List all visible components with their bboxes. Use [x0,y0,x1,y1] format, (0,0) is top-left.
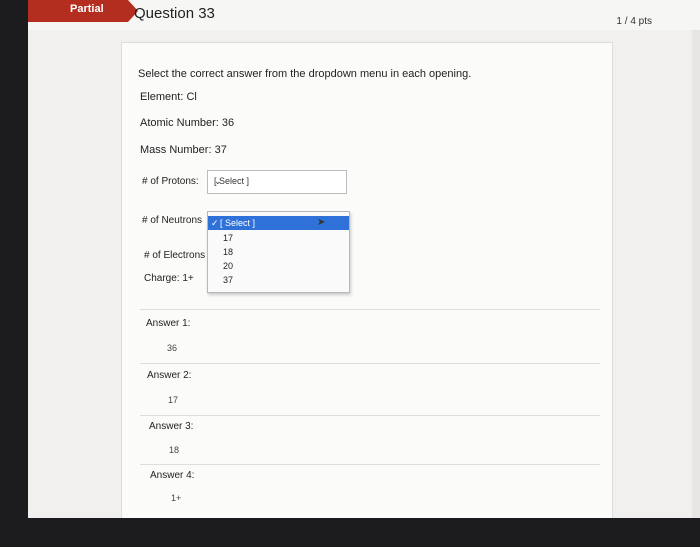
protons-select[interactable]: [ Select ] ⌄ [207,170,347,194]
electrons-label: # of Electrons [144,250,206,261]
divider [140,363,600,364]
element-label: Element: Cl [140,91,197,103]
neutrons-label: # of Neutrons [142,215,203,226]
divider [140,309,600,310]
dropdown-option[interactable]: 17 [223,233,233,243]
protons-label: # of Protons: [142,176,199,187]
points-label: 1 / 4 pts [616,16,652,27]
dropdown-option[interactable]: 18 [223,247,233,257]
dropdown-option[interactable]: 20 [223,261,233,271]
answer-value: 17 [168,395,179,405]
answer-value: 1+ [171,493,182,503]
divider [140,464,600,465]
charge-label: Charge: 1+ [144,273,194,284]
right-edge [692,30,700,518]
question-title: Question 33 [134,5,215,22]
dropdown-option-selected[interactable]: ✓ [ Select ] [208,216,349,230]
question-header: Partial Question 33 1 / 4 pts [28,0,700,30]
screen: Partial Question 33 1 / 4 pts Select the… [28,0,700,518]
atomic-number-label: Atomic Number: 36 [140,117,235,129]
status-badge: Partial [28,0,128,22]
answer-label: Answer 3: [149,421,194,432]
answer-value: 36 [167,343,178,353]
divider [140,415,600,416]
question-card: Select the correct answer from the dropd… [121,42,613,518]
chevron-down-icon: ⌄ [214,176,222,186]
answer-value: 18 [169,445,180,455]
checkmark-icon: ✓ [211,218,219,228]
mouse-pointer-icon: ➤ [317,217,326,228]
answer-label: Answer 2: [147,370,192,381]
dropdown-option[interactable]: 37 [223,275,233,285]
mass-number-label: Mass Number: 37 [140,144,227,156]
answer-label: Answer 1: [146,318,191,329]
question-prompt: Select the correct answer from the dropd… [138,68,472,80]
neutrons-dropdown-menu[interactable]: ✓ [ Select ] 17 18 20 37 [207,211,350,293]
answer-label: Answer 4: [150,470,195,481]
